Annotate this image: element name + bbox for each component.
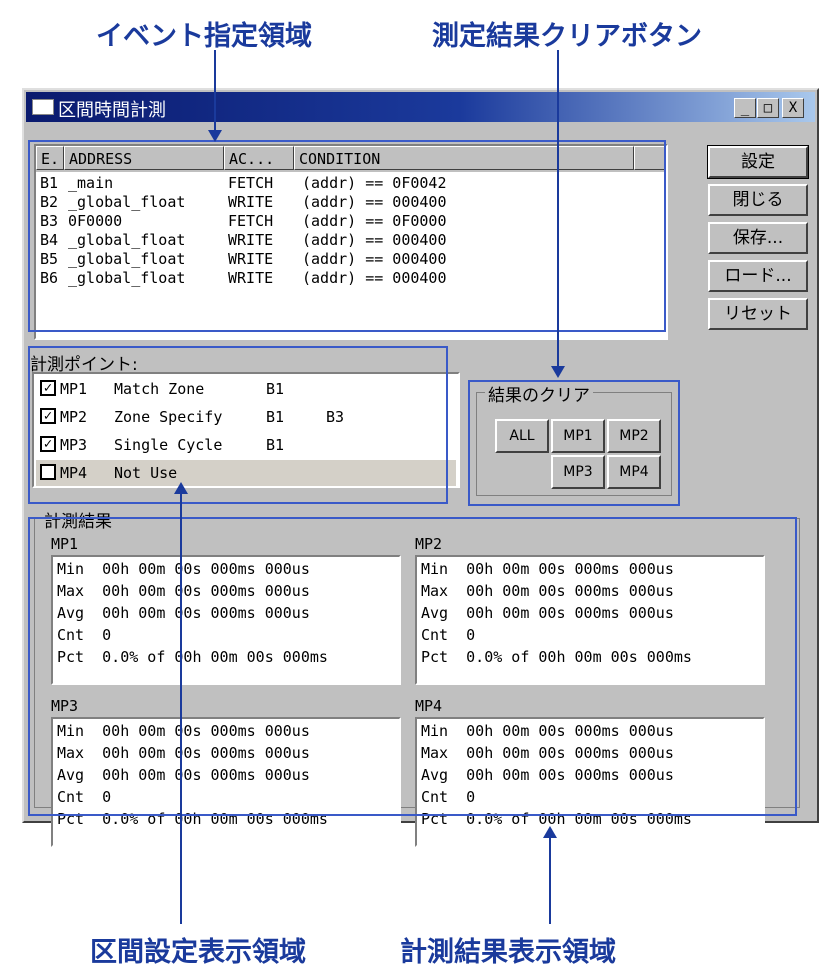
close-dialog-button[interactable]: 閉じる bbox=[708, 184, 808, 216]
callout-interval-area: 区間設定表示領域 bbox=[90, 937, 306, 968]
highlight-clear-button bbox=[468, 380, 680, 506]
minimize-button[interactable]: _ bbox=[734, 98, 756, 118]
callout-event-area: イベント指定領域 bbox=[96, 21, 312, 52]
callout-result-area: 計測結果表示領域 bbox=[400, 937, 616, 968]
highlight-interval-area bbox=[28, 346, 448, 504]
window-icon bbox=[32, 99, 54, 115]
load-button[interactable]: ロード... bbox=[708, 260, 808, 292]
callout-line-interval bbox=[180, 488, 182, 924]
callout-line-clear bbox=[557, 50, 559, 372]
reset-button[interactable]: リセット bbox=[708, 298, 808, 330]
callout-clear-button: 測定結果クリアボタン bbox=[432, 21, 702, 52]
title-bar[interactable]: 区間時間計測 _ □ X bbox=[26, 92, 815, 122]
callout-arrow-clear bbox=[551, 366, 565, 378]
callout-arrow-interval bbox=[174, 482, 188, 494]
callout-line-result bbox=[549, 834, 551, 924]
callout-arrow-result bbox=[543, 826, 557, 838]
close-button[interactable]: X bbox=[782, 98, 804, 118]
save-button[interactable]: 保存... bbox=[708, 222, 808, 254]
window-title: 区間時間計測 bbox=[58, 100, 166, 121]
set-button[interactable]: 設定 bbox=[707, 145, 809, 179]
callout-arrow-event bbox=[208, 130, 222, 142]
maximize-button[interactable]: □ bbox=[757, 98, 779, 118]
callout-line-event bbox=[214, 50, 216, 138]
highlight-result-area bbox=[28, 517, 797, 816]
highlight-event-area bbox=[28, 140, 666, 332]
